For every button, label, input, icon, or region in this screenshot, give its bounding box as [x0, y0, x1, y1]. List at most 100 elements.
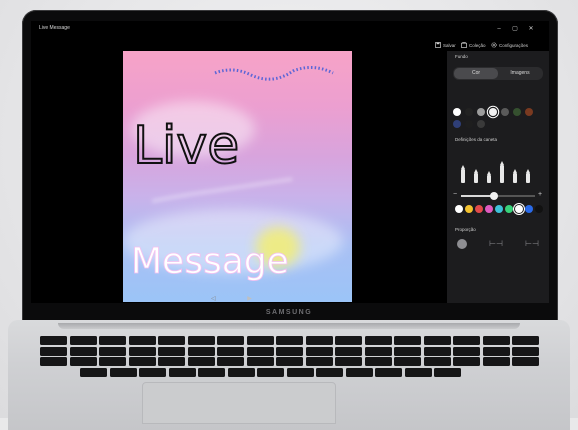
pen-type-option[interactable] [461, 169, 465, 183]
settings-label: Configurações [499, 42, 529, 48]
proportion-square-option[interactable] [457, 239, 467, 249]
canvas-drawing: Live Message [123, 66, 343, 282]
keyboard-key [99, 346, 126, 356]
collection-button[interactable]: Coleção [461, 39, 486, 51]
keyboard-key [423, 346, 451, 356]
pen-color-swatch[interactable] [505, 205, 513, 213]
proportion-portrait-icon[interactable]: ⊢⊣ [489, 239, 503, 248]
background-color-swatch[interactable] [477, 120, 485, 128]
tab-images[interactable]: Imagens [498, 68, 542, 79]
pen-color-swatch[interactable] [525, 205, 533, 213]
pen-type-option[interactable] [513, 173, 517, 183]
keyboard-key [335, 346, 362, 356]
keyboard-key [217, 336, 244, 345]
settings-button[interactable]: Configurações [491, 39, 528, 51]
keyboard-key [246, 346, 274, 356]
background-color-swatch[interactable] [453, 108, 461, 116]
keyboard-key [394, 336, 421, 345]
laptop-hinge [58, 323, 520, 329]
background-color-swatch[interactable] [501, 108, 509, 116]
keyboard-key [109, 367, 137, 377]
pen-type-option[interactable] [487, 175, 491, 183]
keyboard-key [512, 357, 539, 366]
pen-settings-title: Definições da caneta [455, 137, 498, 142]
keyboard-key [246, 336, 274, 345]
rewind-icon[interactable]: ◁ [211, 296, 216, 302]
pen-type-option[interactable] [526, 173, 530, 183]
background-color-swatch[interactable] [453, 120, 461, 128]
keyboard-key [423, 336, 451, 345]
pen-color-swatch[interactable] [535, 205, 543, 213]
keyboard-key [286, 367, 314, 377]
keyboard-key [128, 336, 156, 345]
save-button[interactable]: Salvar [435, 39, 456, 51]
canvas-text-live: Live [133, 116, 239, 176]
settings-panel: Fundo Cor Imagens Definições da caneta −… [447, 51, 549, 303]
pen-color-swatch[interactable] [495, 205, 503, 213]
gear-icon [491, 42, 497, 48]
pen-color-swatch[interactable] [455, 205, 463, 213]
keyboard-key [187, 336, 215, 345]
background-color-swatch[interactable] [489, 108, 497, 116]
keyboard-key [69, 357, 97, 366]
keyboard-key [305, 357, 333, 366]
background-color-swatch[interactable] [465, 108, 473, 116]
decrease-size-button[interactable]: − [453, 191, 457, 199]
pen-size-slider[interactable] [461, 192, 535, 200]
keyboard-key [276, 357, 303, 366]
pen-color-swatch[interactable] [475, 205, 483, 213]
keyboard [36, 336, 542, 378]
drawing-canvas[interactable]: Live Message [123, 51, 352, 302]
keyboard-key [217, 346, 244, 356]
keyboard-key [305, 336, 333, 345]
keyboard-key [246, 357, 274, 366]
sparkle-mid [152, 177, 294, 203]
minimize-button[interactable]: – [493, 24, 505, 34]
keyboard-key [158, 336, 185, 345]
slider-thumb[interactable] [490, 192, 499, 200]
keyboard-key [276, 346, 303, 356]
keyboard-key [128, 346, 156, 356]
close-button[interactable]: ✕ [525, 24, 537, 34]
keyboard-key [316, 367, 343, 377]
background-color-swatch[interactable] [477, 108, 485, 116]
keyboard-key [158, 357, 185, 366]
keyboard-key [187, 357, 215, 366]
window-title: Live Message [39, 25, 70, 31]
maximize-button[interactable]: ▢ [509, 24, 521, 34]
keyboard-key [345, 367, 373, 377]
keyboard-key [404, 367, 432, 377]
keyboard-key [482, 336, 510, 345]
keyboard-key [217, 357, 244, 366]
proportion-landscape-icon[interactable]: ⊢⊣ [525, 239, 539, 248]
keyboard-key [434, 367, 461, 377]
pen-color-swatch[interactable] [515, 205, 523, 213]
sparkle-top [214, 66, 334, 81]
pen-color-swatch[interactable] [465, 205, 473, 213]
keyboard-key [482, 346, 510, 356]
tab-color[interactable]: Cor [454, 68, 498, 79]
background-color-swatch[interactable] [513, 108, 521, 116]
keyboard-key [375, 367, 402, 377]
background-title: Fundo [455, 54, 468, 59]
collection-icon [461, 42, 467, 48]
background-color-swatch[interactable] [525, 108, 533, 116]
keyboard-key [364, 336, 392, 345]
background-color-swatch[interactable] [465, 120, 473, 128]
keyboard-key [40, 336, 67, 345]
pen-type-option[interactable] [500, 165, 504, 183]
save-icon [435, 42, 441, 48]
keyboard-key [40, 346, 67, 356]
increase-size-button[interactable]: + [538, 191, 542, 199]
keyboard-key [305, 346, 333, 356]
keyboard-key [69, 336, 97, 345]
keyboard-key [99, 357, 126, 366]
play-icon[interactable]: ▶ [247, 296, 252, 302]
keyboard-key [423, 357, 451, 366]
pen-type-option[interactable] [474, 173, 478, 183]
pen-color-swatch[interactable] [485, 205, 493, 213]
keyboard-key [139, 367, 166, 377]
keyboard-key [99, 336, 126, 345]
slider-fill [461, 195, 495, 197]
collection-label: Coleção [469, 42, 486, 48]
